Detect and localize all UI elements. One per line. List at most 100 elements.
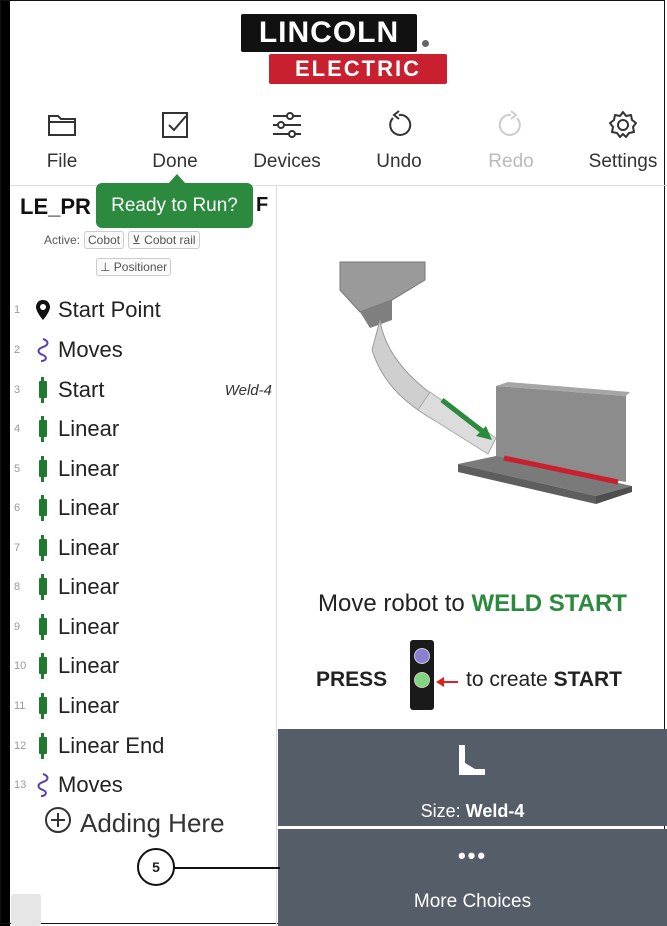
step-weld-tag: Weld-4	[224, 381, 272, 399]
weld-torch-icon	[32, 456, 54, 482]
adding-here-item[interactable]: Adding Here	[44, 806, 225, 841]
step-9[interactable]: 9 Linear	[10, 609, 276, 645]
step-label: Linear	[58, 535, 120, 560]
press-label: PRESS	[316, 668, 388, 691]
checkbox-icon	[125, 103, 225, 147]
step-number: 13	[14, 779, 27, 791]
step-number: 8	[14, 581, 21, 593]
step-11[interactable]: 11 Linear	[10, 688, 276, 724]
press-instruction: PRESS to create START	[316, 640, 656, 710]
weld-torch-icon	[32, 733, 54, 759]
more-choices-button[interactable]: ••• More Choices	[278, 829, 667, 926]
step-13[interactable]: 13 Moves	[10, 767, 276, 803]
lincoln-electric-logo: LINCOLN ELECTRIC	[241, 14, 447, 84]
done-label: Done	[152, 151, 198, 172]
step-number: 4	[14, 423, 21, 435]
step-label: Linear	[58, 693, 120, 718]
size-label: Size:	[420, 801, 461, 821]
weld-torch-icon	[32, 416, 54, 442]
file-button[interactable]: File	[12, 103, 112, 173]
devices-button[interactable]: Devices	[237, 103, 337, 173]
step-label: Linear	[58, 416, 120, 441]
pendant-purple-button	[414, 648, 430, 664]
moves-squiggle-icon	[32, 772, 54, 798]
settings-label: Settings	[588, 151, 658, 172]
ready-to-run-tooltip[interactable]: Ready to Run?	[96, 174, 253, 228]
moves-squiggle-icon	[32, 337, 54, 363]
move-robot-instruction: Move robot to WELD START	[278, 590, 667, 618]
step-6[interactable]: 6 Linear	[10, 490, 276, 526]
pendant-green-button	[414, 672, 430, 688]
sliders-icon	[237, 103, 337, 147]
red-arrow-icon	[436, 677, 458, 687]
program-name: LE_PR	[20, 194, 91, 219]
weld-torch-icon	[32, 495, 54, 521]
step-number: 6	[14, 502, 21, 514]
step-4[interactable]: 4 Linear	[10, 411, 276, 447]
step-1[interactable]: 1 Start Point	[10, 292, 276, 328]
step-8[interactable]: 8 Linear	[10, 569, 276, 605]
step-label: Moves	[58, 337, 123, 362]
step-12[interactable]: 12 Linear End	[10, 728, 276, 764]
active-devices: Active: Cobot ⊻ Cobot rail	[44, 231, 200, 249]
folder-icon	[12, 103, 112, 147]
step-label: Linear	[58, 574, 120, 599]
callout-leader-line	[174, 867, 280, 869]
devices-label: Devices	[253, 151, 321, 172]
more-choices-label: More Choices	[413, 891, 532, 912]
redo-label: Redo	[488, 151, 534, 172]
step-label: Linear	[58, 614, 120, 639]
chip-cobot-rail-label: Cobot rail	[144, 233, 196, 247]
more-dots-icon: •••	[457, 843, 488, 868]
pendant-buttons-icon	[410, 640, 434, 710]
step-10[interactable]: 10 Linear	[10, 648, 276, 684]
file-label: File	[46, 151, 78, 172]
step-number: 7	[14, 542, 21, 554]
step-number: 2	[14, 344, 21, 356]
weld-torch-icon	[32, 653, 54, 679]
weld-torch-icon	[32, 574, 54, 600]
step-7[interactable]: 7 Linear	[10, 530, 276, 566]
step-2[interactable]: 2 Moves	[10, 332, 276, 368]
to-create-text: to create START	[466, 668, 622, 692]
step-label: Moves	[58, 772, 123, 797]
size-text: Size: Weld-4	[278, 801, 667, 822]
location-pin-icon	[32, 299, 54, 321]
chip-positioner: ⊥ Positioner	[96, 258, 172, 276]
weld-size-button[interactable]: Size: Weld-4	[278, 729, 667, 826]
step-number: 1	[14, 304, 21, 316]
scroll-handle[interactable]	[11, 894, 41, 926]
done-button[interactable]: Done	[125, 103, 225, 173]
step-5[interactable]: 5 Linear	[10, 451, 276, 487]
chip-cobot: Cobot	[84, 231, 125, 249]
instruction-highlight: WELD START	[471, 590, 627, 617]
logo-bottom-text: ELECTRIC	[269, 54, 447, 84]
add-circle-icon	[44, 806, 72, 841]
step-number: 3	[14, 384, 21, 396]
weld-torch-icon	[32, 535, 54, 561]
to-create-label: to create	[466, 668, 548, 691]
step-label: Linear	[58, 495, 120, 520]
step-3[interactable]: 3 Start Weld-4	[10, 372, 276, 408]
size-value: Weld-4	[465, 801, 525, 821]
weld-torch-icon	[32, 377, 54, 403]
program-panel: LE_PR F Active: Cobot ⊻ Cobot rail ⊥ Pos…	[10, 186, 277, 926]
callout-number: 5	[137, 848, 175, 886]
robot-torch-illustration	[300, 250, 650, 510]
gear-icon	[573, 103, 667, 147]
weld-torch-icon	[32, 693, 54, 719]
undo-icon	[349, 103, 449, 147]
undo-button[interactable]: Undo	[349, 103, 449, 173]
program-name-suffix: F	[256, 194, 269, 216]
step-label: Linear End	[58, 733, 165, 758]
step-label: Start Point	[58, 297, 161, 322]
active-label: Active:	[44, 233, 81, 247]
adding-here-label: Adding Here	[80, 808, 225, 838]
step-label: Start	[58, 377, 105, 402]
redo-button[interactable]: Redo	[461, 103, 561, 173]
step-number: 12	[14, 740, 27, 752]
step-number: 9	[14, 621, 21, 633]
logo-dot	[422, 40, 429, 47]
step-label: Linear	[58, 456, 120, 481]
settings-button[interactable]: Settings	[573, 103, 667, 173]
